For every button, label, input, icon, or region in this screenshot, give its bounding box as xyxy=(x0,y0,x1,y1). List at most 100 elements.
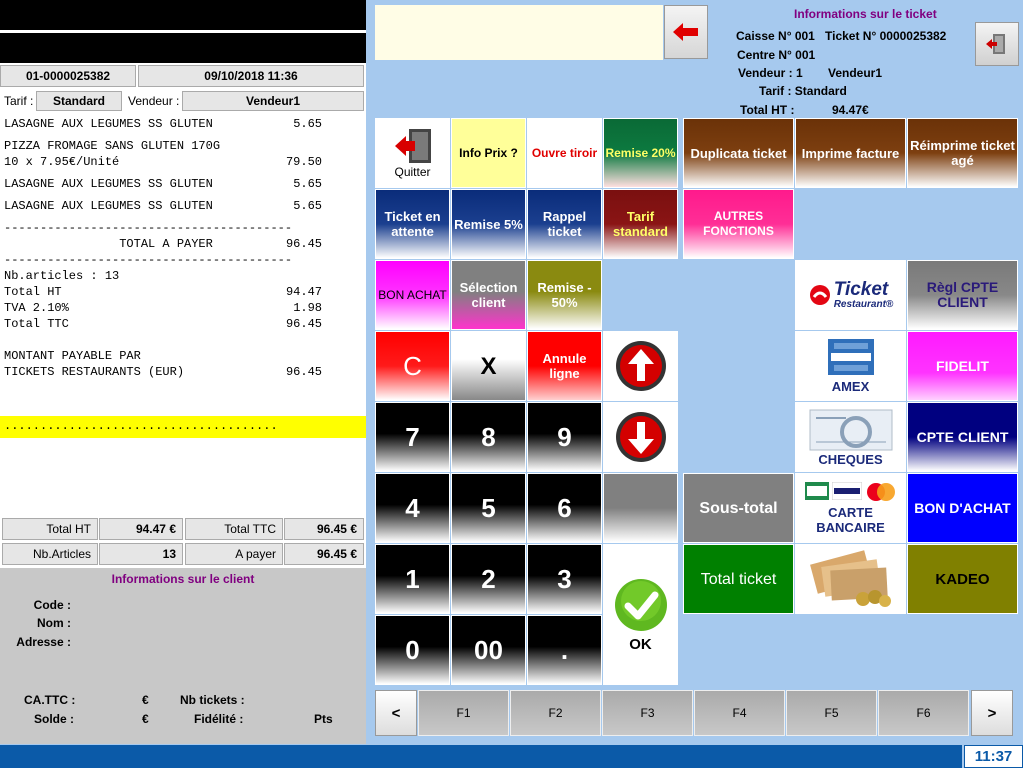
key-5[interactable]: 5 xyxy=(451,473,526,543)
selection-client-button[interactable]: Sélection client xyxy=(451,260,526,330)
key-8[interactable]: 8 xyxy=(451,402,526,472)
fkeys-next-button[interactable]: > xyxy=(971,690,1013,736)
annule-ligne-button[interactable]: Annule ligne xyxy=(527,331,602,401)
carte-bancaire-button[interactable]: CARTE BANCAIRE xyxy=(795,473,906,543)
receipt-total-label: TOTAL A PAYER xyxy=(4,237,213,251)
ticket-restaurant-button[interactable]: Ticket Restaurant® xyxy=(795,260,906,330)
cheques-label: CHEQUES xyxy=(818,451,883,467)
visa-card-icon xyxy=(831,481,862,500)
kadeo-button[interactable]: KADEO xyxy=(907,544,1018,614)
key-1[interactable]: 1 xyxy=(375,544,450,614)
vendeur-name: Vendeur1 xyxy=(828,66,883,80)
scroll-up-button[interactable] xyxy=(603,331,678,401)
ticket-info-title: Informations sur le ticket xyxy=(794,7,937,21)
remise-5-button[interactable]: Remise 5% xyxy=(451,189,526,259)
receipt-line: LASAGNE AUX LEGUMES SS GLUTEN xyxy=(4,117,213,131)
rappel-ticket-button[interactable]: Rappel ticket xyxy=(527,189,602,259)
remise-20-button[interactable]: Remise 20% xyxy=(603,118,678,188)
bon-achat-button[interactable]: BON D'ACHAT xyxy=(907,473,1018,543)
arrow-left-icon xyxy=(673,23,698,41)
selected-line-highlight[interactable]: ...................................... xyxy=(0,416,366,438)
arrow-down-icon xyxy=(615,412,666,462)
fkey-f4[interactable]: F4 xyxy=(694,690,785,736)
client-code-label: Code : xyxy=(33,598,71,612)
ca-ttc-label: CA.TTC : xyxy=(24,693,76,707)
ticket-restaurant-icon xyxy=(809,285,830,305)
tarif-value: Standard xyxy=(36,91,122,111)
scroll-down-button[interactable] xyxy=(603,402,678,472)
info-prix-button[interactable]: Info Prix ? xyxy=(451,118,526,188)
fkey-f3[interactable]: F3 xyxy=(602,690,693,736)
autres-fonctions-button[interactable]: AUTRES FONCTIONS xyxy=(683,189,794,259)
tarif-standard-button[interactable]: Tarif standard xyxy=(603,189,678,259)
amex-label: AMEX xyxy=(831,378,870,394)
customer-display-line2 xyxy=(0,33,366,63)
receipt-line: Nb.articles : 13 xyxy=(4,269,120,283)
reimprime-ticket-button[interactable]: Réimprime ticket agé xyxy=(907,118,1018,188)
carte-bancaire-label: CARTE BANCAIRE xyxy=(816,504,885,535)
logout-button[interactable] xyxy=(975,22,1019,66)
cheques-button[interactable]: CHEQUES xyxy=(795,402,906,472)
ouvre-tiroir-button[interactable]: Ouvre tiroir xyxy=(527,118,602,188)
quitter-button[interactable]: Quitter xyxy=(375,118,450,188)
backspace-button[interactable] xyxy=(664,5,708,59)
total-ttc-label: Total TTC xyxy=(185,518,283,540)
ticket-en-attente-button[interactable]: Ticket en attente xyxy=(375,189,450,259)
receipt-line-amount: 96.45 xyxy=(285,317,322,331)
receipt-line: LASAGNE AUX LEGUMES SS GLUTEN xyxy=(4,199,213,213)
fkey-f6[interactable]: F6 xyxy=(878,690,969,736)
ticket-number: Ticket N° 0000025382 xyxy=(825,29,947,43)
key-7[interactable]: 7 xyxy=(375,402,450,472)
key-0[interactable]: 0 xyxy=(375,615,450,685)
solde-label: Solde : xyxy=(34,712,75,726)
cash-button[interactable] xyxy=(795,544,906,614)
receipt-line-amount: 1.98 xyxy=(293,301,322,315)
key-2[interactable]: 2 xyxy=(451,544,526,614)
customer-display-line1 xyxy=(0,0,366,30)
duplicata-ticket-button[interactable]: Duplicata ticket xyxy=(683,118,794,188)
receipt-line-amount: 96.45 xyxy=(285,365,322,379)
key-6[interactable]: 6 xyxy=(527,473,602,543)
receipt-line: MONTANT PAYABLE PAR xyxy=(4,349,141,363)
vendeur-label: Vendeur : xyxy=(128,94,180,108)
ticket-datetime: 09/10/2018 11:36 xyxy=(138,65,364,87)
regl-cpte-client-button[interactable]: Règl CPTE CLIENT xyxy=(907,260,1018,330)
arrow-up-icon xyxy=(615,341,666,391)
bon-achat-small-button[interactable]: BON ACHAT xyxy=(375,260,450,330)
entry-display[interactable] xyxy=(375,5,663,60)
key-3[interactable]: 3 xyxy=(527,544,602,614)
amex-button[interactable]: AMEX xyxy=(795,331,906,401)
key-4[interactable]: 4 xyxy=(375,473,450,543)
ticket-restaurant-brand: Ticket xyxy=(833,278,889,300)
cb-card-icon xyxy=(804,481,829,500)
ticket-id: 01-0000025382 xyxy=(0,65,136,87)
fkeys-prev-button[interactable]: < xyxy=(375,690,417,736)
blank-button[interactable] xyxy=(603,473,678,543)
receipt-separator: ---------------------------------------- xyxy=(4,253,293,267)
card-logos xyxy=(804,481,897,502)
ca-ttc-unit: € xyxy=(142,693,149,707)
exit-door-icon xyxy=(394,128,431,163)
cpte-client-button[interactable]: CPTE CLIENT xyxy=(907,402,1018,472)
key-9[interactable]: 9 xyxy=(527,402,602,472)
vendeur-value: Vendeur1 xyxy=(182,91,364,111)
total-ticket-button[interactable]: Total ticket xyxy=(683,544,794,614)
fkey-f2[interactable]: F2 xyxy=(510,690,601,736)
imprime-facture-button[interactable]: Imprime facture xyxy=(795,118,906,188)
remise-50-button[interactable]: Remise - 50% xyxy=(527,260,602,330)
sous-total-button[interactable]: Sous-total xyxy=(683,473,794,543)
receipt-separator: ---------------------------------------- xyxy=(4,221,293,235)
total-ttc-value: 96.45 € xyxy=(284,518,364,540)
key-decimal[interactable]: . xyxy=(527,615,602,685)
fidelit-button[interactable]: FIDELIT xyxy=(907,331,1018,401)
fkey-f1[interactable]: F1 xyxy=(418,690,509,736)
centre-number: Centre N° 001 xyxy=(737,48,816,62)
clear-button[interactable]: C xyxy=(375,331,450,401)
ok-button[interactable]: OK xyxy=(603,544,678,685)
cheque-icon xyxy=(809,409,892,450)
key-00[interactable]: 00 xyxy=(451,615,526,685)
fkey-f5[interactable]: F5 xyxy=(786,690,877,736)
amex-card-icon xyxy=(827,338,874,375)
client-info-title: Informations sur le client xyxy=(111,572,255,586)
multiply-button[interactable]: X xyxy=(451,331,526,401)
